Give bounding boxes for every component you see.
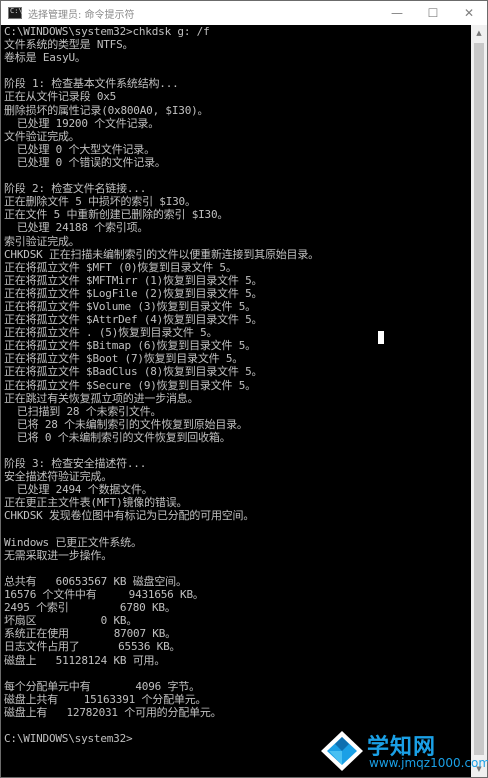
close-button[interactable]: ✕ — [451, 1, 487, 25]
console-line: 正在更正主文件表(MFT)镜像的错误。 — [4, 496, 188, 510]
command-prompt-window: 选择管理员: 命令提示符 — ☐ ✕ C:\WINDOWS\system32>c… — [0, 0, 488, 778]
console-line: 正在从文件记录段 0x5 — [4, 90, 117, 104]
console-line: 已处理 19200 个文件记录。 — [4, 116, 160, 130]
console-line: 每个分配单元中有 4096 字节。 — [4, 679, 200, 693]
console-line: 磁盘上共有 15163391 个分配单元。 — [4, 692, 207, 706]
console-line: 2495 个索引 6780 KB。 — [4, 601, 176, 615]
console-line: 正在将孤立文件 $LogFile (2)恢复到目录文件 5。 — [4, 286, 263, 300]
window-title: 选择管理员: 命令提示符 — [28, 9, 135, 21]
console-output[interactable]: C:\WINDOWS\system32>chkdsk g: /f 文件系统的类型是… — [1, 25, 471, 777]
console-line: 已处理 24188 个索引项。 — [4, 221, 149, 235]
console-line: 正在将孤立文件 $AttrDef (4)恢复到目录文件 5。 — [4, 313, 263, 327]
console-line: C:\WINDOWS\system32> — [4, 732, 133, 746]
console-line: 正在将孤立文件 $Secure (9)恢复到目录文件 5。 — [4, 378, 256, 392]
console-line: 卷标是 EasyU。 — [4, 51, 86, 65]
console-line: 文件验证完成。 — [4, 129, 80, 143]
console-line: 无需采取进一步操作。 — [4, 548, 112, 562]
console-line: 16576 个文件中有 9431656 KB。 — [4, 588, 204, 602]
window-controls: — ☐ ✕ — [379, 1, 487, 25]
console-line: 正在删除文件 5 中损坏的索引 $I30。 — [4, 195, 196, 209]
console-line: 已将 28 个未编制索引的文件恢复到原始目录。 — [4, 417, 248, 431]
console-line: 正在将孤立文件 $MFT (0)恢复到目录文件 5。 — [4, 260, 237, 274]
console-line: 文件系统的类型是 NTFS。 — [4, 38, 134, 52]
console-line: 坏扇区 0 KB。 — [4, 614, 138, 628]
console-line: 阶段 2: 检查文件名链接... — [4, 182, 147, 196]
console-line: 已处理 0 个错误的文件记录。 — [4, 155, 166, 169]
console-line: 正在文件 5 中重新创建已删除的索引 $I30。 — [4, 208, 229, 222]
console-line: 磁盘上有 12782031 个可用的分配单元。 — [4, 705, 222, 719]
console-line: Windows 已更正文件系统。 — [4, 535, 142, 549]
console-line: C:\WINDOWS\system32>chkdsk g: /f — [4, 25, 210, 38]
console-line: 系统正在使用 87007 KB。 — [4, 627, 176, 641]
minimize-button[interactable]: — — [379, 1, 415, 25]
maximize-button[interactable]: ☐ — [415, 1, 451, 25]
console-line: CHKDSK 正在扫描未编制索引的文件以便重新连接到其原始目录。 — [4, 247, 319, 261]
console-line: 总共有 60653567 KB 磁盘空间。 — [4, 574, 187, 588]
watermark-url: www.jmqz1000.com — [369, 756, 488, 770]
vertical-scrollbar[interactable]: ▲ ▼ — [471, 25, 487, 777]
console-text: C:\WINDOWS\system32>chkdsk g: /f 文件系统的类型是… — [4, 25, 319, 745]
console-line: 已处理 2494 个数据文件。 — [4, 483, 153, 497]
console-line: 正在跳过有关恢复孤立项的进一步消息。 — [4, 391, 199, 405]
console-line: 已将 0 个未编制索引的文件恢复到回收箱。 — [4, 430, 231, 444]
scroll-up-arrow-icon[interactable]: ▲ — [471, 25, 487, 41]
console-line: CHKDSK 发现卷位图中有标记为已分配的可用空间。 — [4, 509, 255, 523]
console-line: 正在将孤立文件 $Boot (7)恢复到目录文件 5。 — [4, 352, 244, 366]
text-cursor — [378, 331, 384, 344]
console-line: 阶段 1: 检查基本文件系统结构... — [4, 77, 179, 91]
title-bar[interactable]: 选择管理员: 命令提示符 — ☐ ✕ — [1, 1, 487, 25]
console-line: 正在将孤立文件 $Volume (3)恢复到目录文件 5。 — [4, 299, 256, 313]
console-line: 安全描述符验证完成。 — [4, 470, 112, 484]
console-line: 正在将孤立文件 . (5)恢复到目录文件 5。 — [4, 326, 218, 340]
scroll-thumb[interactable] — [474, 43, 484, 755]
console-line: 已处理 0 个大型文件记录。 — [4, 142, 155, 156]
console-line: 索引验证完成。 — [4, 234, 80, 248]
console-line: 正在将孤立文件 $MFTMirr (1)恢复到目录文件 5。 — [4, 273, 263, 287]
console-line: 阶段 3: 检查安全描述符... — [4, 457, 147, 471]
console-line: 已扫描到 28 个未索引文件。 — [4, 404, 162, 418]
console-line: 日志文件占用了 65536 KB。 — [4, 640, 181, 654]
console-line: 正在将孤立文件 $Bitmap (6)恢复到目录文件 5。 — [4, 339, 256, 353]
diamond-logo-icon — [321, 731, 363, 771]
cmd-icon — [8, 7, 23, 19]
console-line: 删除损坏的属性记录(0x800A0, $I30)。 — [4, 103, 209, 117]
watermark: 学知网 www.jmqz1000.com — [319, 729, 488, 773]
console-line: 正在将孤立文件 $BadClus (8)恢复到目录文件 5。 — [4, 365, 263, 379]
console-line: 磁盘上 51128124 KB 可用。 — [4, 653, 166, 667]
